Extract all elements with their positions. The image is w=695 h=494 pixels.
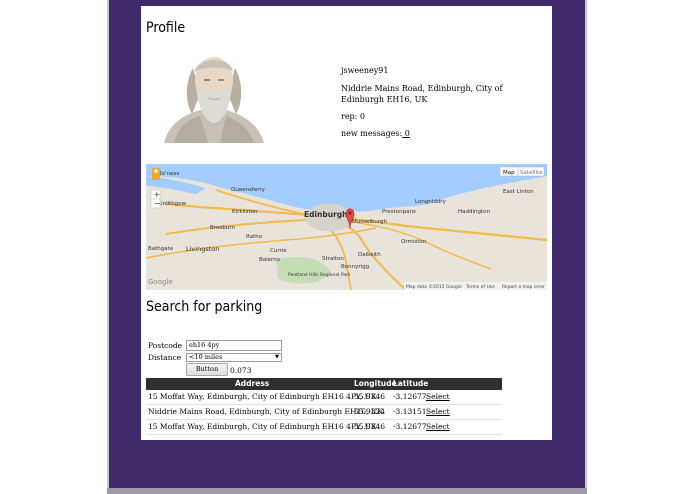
row-longitude: 55.9346 (354, 422, 386, 431)
map-type-control: Map Satellite (499, 166, 545, 177)
col-address: Address (235, 379, 270, 388)
frame-left-border (107, 0, 109, 494)
profile-title: Profile (146, 20, 186, 36)
row-latitude: -3.12677 (393, 422, 427, 431)
postcode-input[interactable]: eh16 4py (186, 340, 282, 351)
place-label: Haddington (458, 209, 491, 215)
table-row: 15 Moffat Way, Edinburgh, City of Edinbu… (146, 420, 502, 435)
messages-count-link[interactable]: 0 (402, 129, 410, 138)
terms-link: Terms of Use (465, 284, 495, 290)
search-button[interactable]: Button (186, 363, 228, 376)
place-label: Balerno (259, 257, 281, 263)
place-label: Ratho (246, 234, 263, 240)
row-latitude: -3.12677 (393, 392, 427, 401)
chevron-down-icon: ▼ (275, 354, 279, 360)
map-tab: Map (503, 170, 515, 176)
new-messages: new messages: 0 (341, 129, 410, 138)
row-address: 15 Moffat Way, Edinburgh, City of Edinbu… (148, 392, 377, 401)
col-latitude: Latitude (393, 379, 429, 388)
reputation: rep: 0 (341, 112, 366, 121)
place-label: Edinburgh (304, 210, 348, 219)
place-label: Longniddry (415, 199, 447, 205)
place-label: Bo'ness (158, 171, 179, 177)
table-row: Niddrie Mains Road, Edinburgh, City of E… (146, 405, 502, 420)
place-label: Ormiston (401, 239, 427, 245)
place-label: East Linton (503, 189, 534, 195)
username: jsweeney91 (341, 66, 389, 75)
select-link[interactable]: Select (426, 405, 450, 419)
place-label: Kirkliston (232, 209, 258, 215)
place-label: Queensferry (231, 187, 266, 193)
row-longitude: 55.9324 (354, 407, 386, 416)
postcode-label: Postcode (148, 341, 183, 350)
map-attribution: Map data ©2015 Google (406, 283, 462, 290)
frame-bottom-border (107, 488, 587, 494)
table-row: 15 Moffat Way, Edinburgh, City of Edinbu… (146, 390, 502, 405)
avatar (164, 57, 264, 143)
place-label: Pentland Hills Regional Park (288, 272, 351, 278)
place-label: Bonnyrigg (341, 264, 369, 270)
place-label: Prestonpans (382, 209, 416, 215)
select-link[interactable]: Select (426, 420, 450, 434)
place-label: Musselburgh (352, 219, 388, 225)
zoom-controls: + − (150, 189, 161, 209)
frame-right-border (585, 0, 587, 494)
row-latitude: -3.13151 (393, 407, 427, 416)
col-longitude: Longitude (354, 379, 397, 388)
select-link[interactable]: Select (426, 390, 450, 404)
row-address: 15 Moffat Way, Edinburgh, City of Edinbu… (148, 422, 377, 431)
search-title: Search for parking (146, 299, 263, 315)
place-label: Currie (270, 248, 287, 254)
row-address: Niddrie Mains Road, Edinburgh, City of E… (148, 407, 383, 416)
place-label: Dalkeith (358, 252, 381, 258)
table-header: Address Longitude Latitude (146, 378, 502, 390)
pegman-icon (152, 168, 160, 180)
distance-value: <10 miles (189, 353, 223, 361)
zoom-in-icon: + (154, 190, 161, 199)
place-label: Broxburn (210, 225, 236, 231)
results-table: Address Longitude Latitude 15 Moffat Way… (146, 378, 502, 435)
place-label: Livingston (186, 245, 219, 253)
map-widget[interactable]: Bo'ness Queensferry Linlithgow Kirklisto… (146, 164, 547, 290)
report-error-link: Report a map error (502, 284, 545, 290)
profile-address: Niddrie Mains Road, Edinburgh, City of E… (341, 84, 503, 104)
new-messages-label: new messages: (341, 129, 403, 138)
satellite-tab: Satellite (520, 170, 543, 176)
row-longitude: 55.9346 (354, 392, 386, 401)
zoom-out-icon: − (154, 199, 161, 208)
search-result-value: 0.073 (230, 366, 252, 375)
distance-select[interactable]: <10 miles ▼ (186, 353, 282, 362)
place-label: Linlithgow (158, 201, 187, 207)
distance-label: Distance (148, 353, 182, 362)
place-label: Straiton (322, 256, 344, 262)
google-logo: Google (148, 278, 173, 286)
place-label: Bathgate (148, 246, 174, 252)
